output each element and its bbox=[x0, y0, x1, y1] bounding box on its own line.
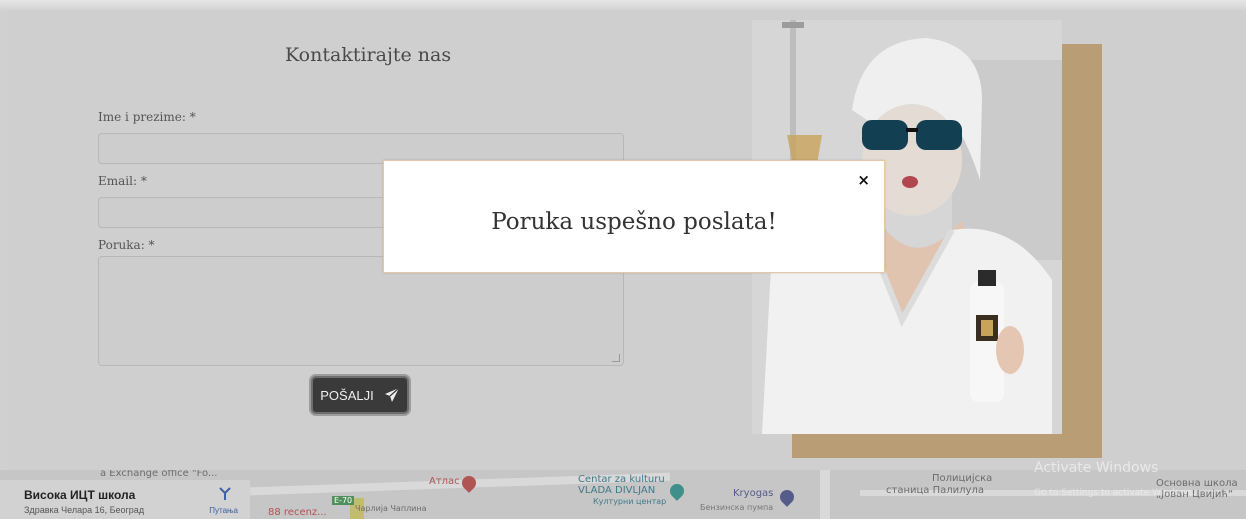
map-label-police-name: станица Палилула bbox=[886, 485, 984, 496]
email-label: Email: * bbox=[98, 174, 147, 188]
paper-plane-icon bbox=[384, 387, 400, 402]
map-label-atlas: Атлас bbox=[429, 476, 460, 487]
close-icon[interactable]: × bbox=[857, 171, 870, 189]
success-modal: × Poruka uspešno poslata! bbox=[383, 160, 885, 273]
map-label-street: Чарлија Чаплина bbox=[355, 504, 427, 513]
map-label-kryogas-sub: Бензинска пумпа bbox=[700, 503, 774, 512]
map-pin-icon bbox=[667, 481, 687, 501]
activate-windows-subtitle: Go to Settings to activate Windows. bbox=[1034, 488, 1196, 498]
name-label: Ime i prezime: * bbox=[98, 110, 196, 124]
send-button-label: POŠALJI bbox=[320, 387, 374, 403]
resize-grip-icon[interactable] bbox=[612, 354, 620, 362]
map-pin-icon bbox=[459, 473, 479, 493]
map-pin-icon bbox=[777, 487, 797, 507]
activate-windows-watermark: Activate Windows bbox=[1034, 460, 1159, 476]
map-label-reviews: 88 recenz... bbox=[268, 507, 327, 518]
map-road bbox=[820, 470, 830, 519]
map-label-kryogas: Kryogas bbox=[733, 488, 774, 499]
map-label-police: Полицијска bbox=[932, 473, 993, 484]
map-label-centar-type: Културни центар bbox=[593, 497, 667, 506]
message-label: Poruka: * bbox=[98, 238, 155, 252]
map-label-e70: E-70 bbox=[332, 496, 355, 505]
map-label-centar: Centar za kulturu bbox=[578, 474, 665, 485]
directions-label[interactable]: Путања bbox=[209, 506, 238, 515]
success-message: Poruka uspešno poslata! bbox=[491, 209, 777, 235]
form-title: Kontaktirajte nas bbox=[285, 44, 452, 66]
map-label-exchange: a Exchange office "Fo... bbox=[100, 470, 218, 479]
place-name: Висока ИЦТ школа bbox=[24, 488, 136, 502]
directions-icon[interactable] bbox=[218, 486, 232, 500]
map-label-centar-name: VLADA DIVLJAN bbox=[578, 485, 656, 496]
send-button[interactable]: POŠALJI bbox=[311, 376, 409, 414]
map-place-card[interactable]: Висока ИЦТ школа Здравка Челара 16, Беог… bbox=[0, 480, 250, 519]
